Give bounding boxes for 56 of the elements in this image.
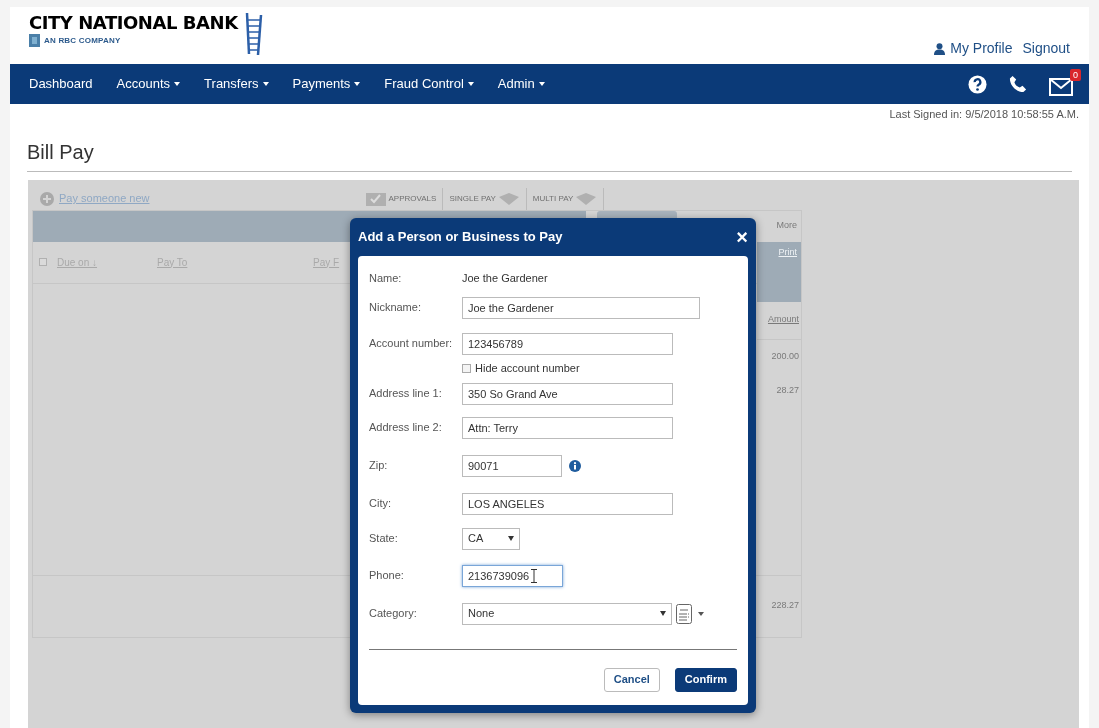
confirm-button[interactable]: Confirm [674, 667, 737, 692]
input-field[interactable]: 90071 [462, 454, 562, 477]
nav-menu-item[interactable]: Accounts [116, 74, 181, 94]
list-menu-button[interactable] [676, 603, 704, 624]
help-icon[interactable] [968, 74, 987, 94]
field-label: Name: [369, 271, 403, 287]
toolbar-label[interactable]: MULTI PAY [532, 194, 574, 203]
input-field[interactable]: 2136739096 [462, 564, 563, 587]
hide-account-checkbox[interactable]: Hide account number [462, 360, 580, 377]
field-label: Address line 2: [369, 420, 443, 436]
input-field[interactable]: LOS ANGELES [462, 492, 673, 515]
field-value: Joe the Gardener [462, 271, 548, 287]
input-field[interactable]: Attn: Terry [462, 416, 673, 439]
add-icon [40, 191, 54, 206]
text-cursor-icon [531, 568, 537, 583]
total-amount: 228.27 [771, 599, 799, 613]
nav-menu-item[interactable]: Transfers [204, 74, 269, 94]
checkbox[interactable] [462, 364, 471, 373]
field-label: Zip: [369, 458, 389, 474]
field-label: Address line 1: [369, 386, 443, 402]
field-label: State: [369, 531, 399, 547]
select-field[interactable]: None [462, 602, 672, 625]
field-label: Category: [369, 606, 418, 622]
my-profile-link[interactable]: My Profile [950, 38, 1013, 59]
last-signed-in-text: Last Signed in: 9/5/2018 10:58:55 A.M. [889, 107, 1079, 122]
input-field[interactable]: Joe the Gardener [462, 296, 700, 319]
nav-menu-item[interactable]: Payments [292, 74, 361, 94]
page-title: Bill Pay [27, 140, 94, 163]
input-field[interactable]: 123456789 [462, 332, 673, 355]
field-label: Nickname: [369, 300, 422, 316]
field-label: City: [369, 496, 392, 512]
amount-cell-text: 200.00 [771, 349, 799, 363]
field-label: Account number: [369, 336, 454, 352]
close-button[interactable]: × [736, 226, 748, 247]
toolbar-label[interactable]: SINGLE PAY [449, 194, 496, 203]
nav-menu-item[interactable]: Dashboard [29, 74, 93, 94]
info-icon[interactable] [569, 459, 581, 472]
bank-tagline: AN RBC COMPANY [44, 34, 121, 47]
field-label: Phone: [369, 568, 405, 584]
ladder-logo-icon [243, 12, 264, 56]
cancel-button[interactable]: Cancel [603, 667, 660, 692]
nav-menu-item[interactable]: Fraud Control [384, 74, 474, 94]
select-field[interactable]: CA [462, 527, 520, 550]
bank-logo-text: CITY NATIONAL BANK [29, 12, 238, 34]
dialog-title: Add a Person or Business to Pay [358, 227, 563, 246]
amount-cell-text: 28.27 [776, 383, 799, 397]
nav-menu-item[interactable]: Admin [497, 74, 545, 94]
message-count-badge: 0 [1070, 69, 1081, 81]
toolbar-label[interactable]: APPROVALS [388, 194, 437, 203]
signout-link[interactable]: Signout [1022, 38, 1070, 59]
select-all-checkbox[interactable] [39, 258, 47, 266]
user-icon [934, 42, 946, 55]
mail-icon[interactable] [1049, 78, 1073, 96]
phone-icon[interactable] [1009, 75, 1027, 93]
approval-check-icon[interactable] [364, 190, 387, 207]
input-field[interactable]: 350 So Grand Ave [462, 382, 673, 405]
